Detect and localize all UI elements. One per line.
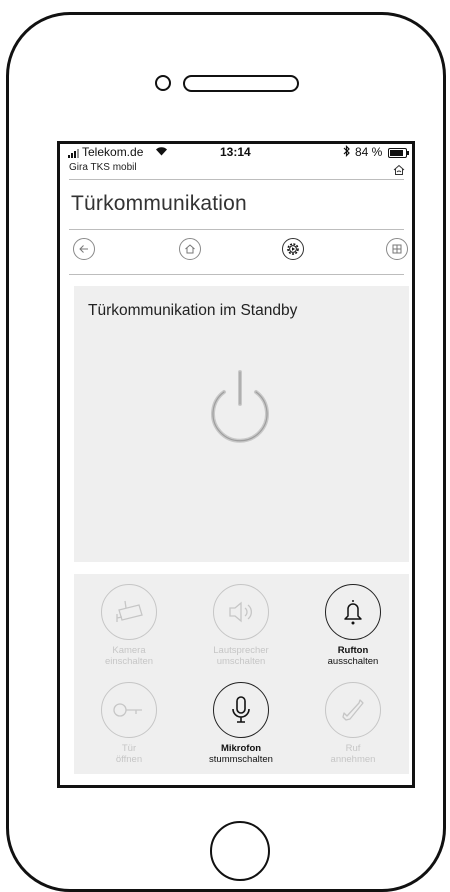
home-icon: [185, 244, 195, 254]
answer-sublabel: annehmen: [330, 754, 376, 765]
home-hardware-button[interactable]: [210, 821, 270, 881]
standby-title: Türkommunikation im Standby: [88, 302, 298, 319]
settings-gear-icon: [287, 243, 299, 255]
camera-toggle-button[interactable]: Kamera einschalten: [74, 584, 184, 667]
signal-icon: [68, 149, 79, 158]
door-label: Tür: [121, 743, 137, 754]
speaker-icon: [229, 601, 252, 623]
app-screen: Telekom.de 13:14 84 % Gira TKS mobil Tür…: [57, 141, 415, 788]
microphone-sublabel: stummschalten: [209, 754, 273, 765]
divider: [69, 274, 404, 275]
camera-icon: [116, 600, 143, 622]
ringtone-toggle-button[interactable]: Rufton ausschalten: [298, 584, 408, 667]
speaker-toggle-button[interactable]: Lautsprecher umschalten: [186, 584, 296, 667]
phone-frame: Telekom.de 13:14 84 % Gira TKS mobil Tür…: [6, 12, 446, 892]
answer-call-button[interactable]: Ruf annehmen: [298, 682, 408, 765]
home-button[interactable]: [179, 238, 201, 260]
speaker-label: Lautsprecher: [213, 645, 269, 656]
answer-label: Ruf: [345, 743, 361, 754]
microphone-mute-button[interactable]: Mikrofon stummschalten: [186, 682, 296, 765]
microphone-icon: [232, 696, 250, 723]
home-network-icon[interactable]: [392, 163, 406, 177]
battery-percent: 84 %: [355, 145, 383, 159]
divider: [69, 229, 404, 230]
carrier-name: Telekom.de: [82, 145, 144, 159]
microphone-label: Mikrofon: [220, 743, 262, 754]
camera-sublabel: einschalten: [104, 656, 154, 667]
back-button[interactable]: [73, 238, 95, 260]
settings-button[interactable]: [282, 238, 304, 260]
phone-handset-icon: [342, 699, 364, 721]
back-arrow-icon: [79, 245, 88, 253]
battery-icon: [388, 148, 409, 158]
earpiece-speaker: [183, 75, 299, 92]
door-open-button[interactable]: Tür öffnen: [74, 682, 184, 765]
divider: [69, 179, 404, 180]
bell-icon: [344, 600, 362, 625]
door-sublabel: öffnen: [115, 754, 143, 765]
page-title: Türkommunikation: [71, 192, 247, 215]
front-camera: [155, 75, 171, 91]
bluetooth-icon: [343, 145, 351, 160]
standby-panel: Türkommunikation im Standby: [74, 286, 409, 562]
power-icon[interactable]: [195, 362, 285, 452]
camera-label: Kamera: [112, 645, 146, 656]
grid-icon: [392, 244, 402, 254]
ringtone-label: Rufton: [337, 645, 369, 656]
grid-button[interactable]: [386, 238, 408, 260]
clock: 13:14: [220, 145, 251, 159]
key-icon: [113, 703, 142, 717]
speaker-sublabel: umschalten: [216, 656, 266, 667]
app-name: Gira TKS mobil: [69, 162, 137, 173]
wifi-icon: [155, 145, 168, 159]
controls-panel: Kamera einschalten Lautsprecher umschalt…: [74, 574, 409, 774]
ringtone-sublabel: ausschalten: [327, 656, 379, 667]
status-bar: Telekom.de 13:14 84 %: [60, 144, 412, 162]
